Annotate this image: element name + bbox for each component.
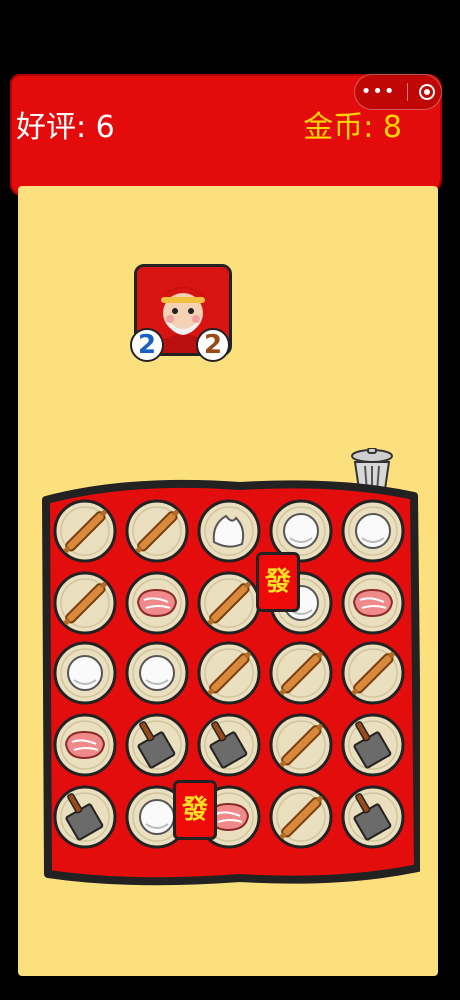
rolling-pin-icon bbox=[341, 641, 405, 705]
plate-rolling-pin[interactable] bbox=[196, 570, 262, 636]
plate-rolling-pin[interactable] bbox=[268, 640, 334, 706]
plate-rolling-pin[interactable] bbox=[52, 570, 118, 636]
game-board: 發 發 bbox=[40, 472, 420, 892]
cleaver-icon bbox=[341, 713, 405, 777]
meat-icon bbox=[125, 571, 189, 635]
plate-bun[interactable] bbox=[124, 640, 190, 706]
plate-rolling-pin[interactable] bbox=[196, 640, 262, 706]
bun-icon bbox=[341, 499, 405, 563]
plate-cleaver[interactable] bbox=[52, 784, 118, 850]
fa-token-1[interactable]: 發 bbox=[256, 552, 300, 612]
plate-cleaver[interactable] bbox=[340, 784, 406, 850]
rolling-pin-icon bbox=[269, 713, 333, 777]
more-dots-icon[interactable]: ••• bbox=[361, 83, 396, 101]
meat-icon bbox=[53, 713, 117, 777]
praise-score: 好评: 6 bbox=[16, 110, 115, 145]
plate-rolling-pin[interactable] bbox=[268, 712, 334, 778]
mini-program-capsule: ••• bbox=[354, 74, 442, 110]
cleaver-icon bbox=[53, 785, 117, 849]
rolling-pin-icon bbox=[53, 499, 117, 563]
plate-meat[interactable] bbox=[52, 712, 118, 778]
plate-cleaver[interactable] bbox=[196, 712, 262, 778]
cleaver-icon bbox=[125, 713, 189, 777]
dough-icon bbox=[197, 499, 261, 563]
plate-meat[interactable] bbox=[340, 570, 406, 636]
plate-cleaver[interactable] bbox=[340, 712, 406, 778]
rolling-pin-icon bbox=[269, 785, 333, 849]
rolling-pin-icon bbox=[269, 641, 333, 705]
cleaver-icon bbox=[197, 713, 261, 777]
rolling-pin-icon bbox=[53, 571, 117, 635]
target-close-icon[interactable] bbox=[419, 84, 436, 100]
bun-icon bbox=[53, 641, 117, 705]
rolling-pin-icon bbox=[197, 641, 261, 705]
plate-rolling-pin[interactable] bbox=[124, 498, 190, 564]
plate-bun[interactable] bbox=[52, 640, 118, 706]
coin-score: 金币: 8 bbox=[303, 110, 402, 145]
rolling-pin-icon bbox=[125, 499, 189, 563]
fa-token-2[interactable]: 發 bbox=[173, 780, 217, 840]
plate-rolling-pin[interactable] bbox=[52, 498, 118, 564]
plate-rolling-pin[interactable] bbox=[268, 784, 334, 850]
plate-dough[interactable] bbox=[196, 498, 262, 564]
rolling-pin-icon bbox=[197, 571, 261, 635]
order-count-badge-blue: 2 bbox=[130, 328, 164, 362]
cleaver-icon bbox=[341, 785, 405, 849]
meat-icon bbox=[341, 571, 405, 635]
plate-cleaver[interactable] bbox=[124, 712, 190, 778]
order-count-badge-brown: 2 bbox=[196, 328, 230, 362]
bun-icon bbox=[125, 641, 189, 705]
plate-rolling-pin[interactable] bbox=[340, 640, 406, 706]
plate-meat[interactable] bbox=[124, 570, 190, 636]
capsule-divider bbox=[406, 83, 408, 101]
plate-bun[interactable] bbox=[340, 498, 406, 564]
